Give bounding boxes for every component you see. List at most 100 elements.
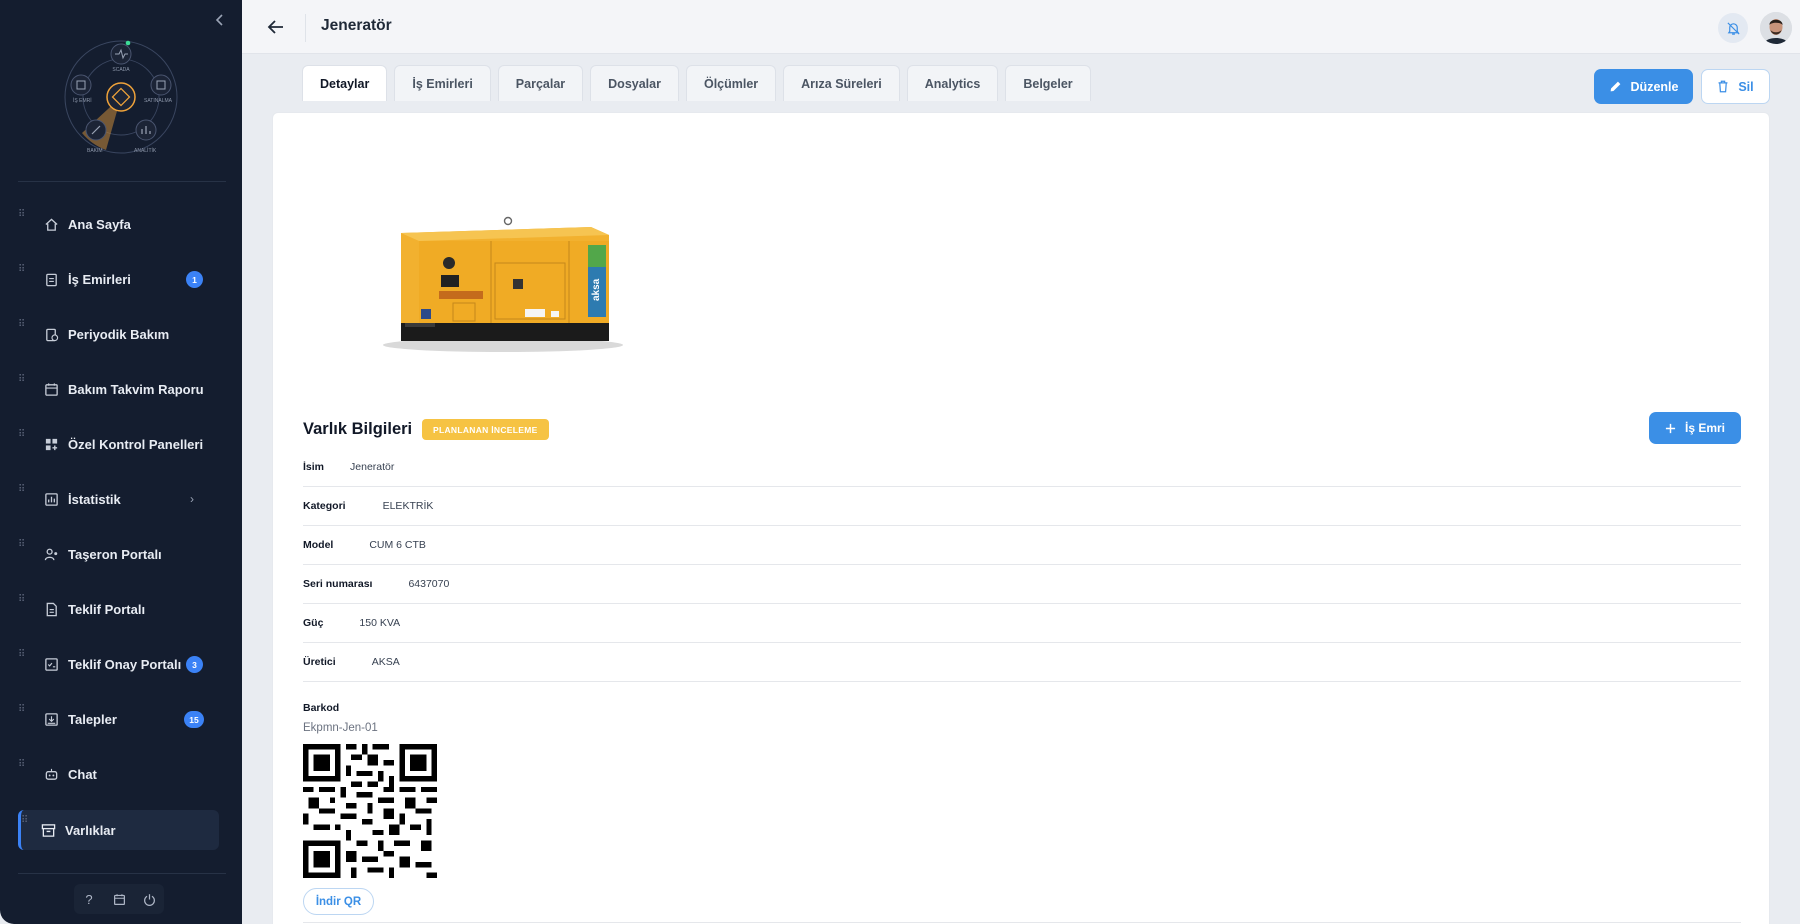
user-avatar[interactable]: [1760, 12, 1792, 44]
field-label: İsim: [303, 461, 325, 473]
top-header: Jeneratör: [242, 0, 1800, 54]
sidebar-item-label: İstatistik: [68, 491, 121, 507]
calendar-icon: [113, 893, 125, 905]
sidebar: SCADA İŞ EMRİ SATINALMA BAKIM ANALİTİK ⠿…: [0, 0, 242, 924]
power-icon: [143, 893, 155, 906]
sidebar-item-work-orders[interactable]: ⠿ İş Emirleri 1: [18, 259, 219, 299]
sidebar-item-statistics[interactable]: ⠿ İstatistik ›: [18, 479, 219, 519]
drag-handle-icon[interactable]: ⠿: [18, 375, 26, 385]
field-value: 150 KVA: [359, 617, 401, 629]
sidebar-item-label: Taşeron Portalı: [68, 546, 162, 562]
calendar-icon: [45, 383, 58, 396]
edit-button[interactable]: Düzenle: [1594, 69, 1693, 104]
create-work-order-button[interactable]: İş Emri: [1649, 412, 1741, 444]
status-badge: PLANLANAN İNCELEME: [422, 419, 549, 440]
tab-parts[interactable]: Parçalar: [497, 65, 584, 101]
count-badge: 3: [186, 656, 203, 673]
sidebar-item-chat[interactable]: ⠿ Chat: [18, 754, 219, 794]
notifications-button[interactable]: [1718, 13, 1748, 43]
sidebar-item-quote-portal[interactable]: ⠿ Teklif Portalı: [18, 589, 219, 629]
drag-handle-icon[interactable]: ⠿: [18, 705, 26, 715]
field-row-serial-number: Seri numarası 6437070: [303, 565, 1741, 604]
drag-handle-icon[interactable]: ⠿: [18, 210, 26, 220]
drag-handle-icon[interactable]: ⠿: [18, 485, 26, 495]
delete-button-label: Sil: [1738, 79, 1754, 94]
drag-handle-icon[interactable]: ⠿: [18, 540, 26, 550]
sidebar-footer: ?: [74, 884, 164, 914]
qr-code: [303, 744, 437, 878]
tab-details[interactable]: Detaylar: [302, 65, 388, 101]
tab-measurements[interactable]: Ölçümler: [685, 65, 777, 101]
field-row-model: Model CUM 6 CTB: [303, 526, 1741, 565]
drag-handle-icon[interactable]: ⠿: [18, 320, 26, 330]
work-order-button-label: İş Emri: [1684, 421, 1726, 435]
robot-icon: [45, 768, 58, 780]
asset-image: aksa: [383, 216, 623, 352]
asset-brand-label: aksa: [591, 278, 602, 301]
count-badge: 1: [186, 271, 203, 288]
dashboard-icon: [45, 438, 58, 451]
field-value: AKSA: [371, 656, 400, 668]
sidebar-item-label: Teklif Onay Portalı: [68, 656, 182, 672]
logo-label-maintenance: BAKIM: [87, 148, 103, 154]
user-photo: [1760, 12, 1792, 44]
field-label: Seri numarası: [303, 578, 373, 590]
sidebar-item-label: Ana Sayfa: [68, 216, 131, 232]
collapse-sidebar-button[interactable]: [212, 13, 228, 29]
detail-tabs: Detaylar İş Emirleri Parçalar Dosyalar Ö…: [302, 65, 1091, 102]
field-row-category: Kategori ELEKTRİK: [303, 487, 1741, 526]
clipboard-clock-icon: [46, 328, 59, 342]
sidebar-item-contractor-portal[interactable]: ⠿ Taşeron Portalı: [18, 534, 219, 574]
sidebar-item-label: Özel Kontrol Panelleri: [68, 436, 204, 452]
tab-documents[interactable]: Belgeler: [1005, 65, 1091, 101]
calendar-button[interactable]: [108, 888, 130, 910]
drag-handle-icon[interactable]: ⠿: [18, 760, 26, 770]
field-row-name: İsim Jeneratör: [303, 448, 1741, 487]
tab-files[interactable]: Dosyalar: [590, 65, 679, 101]
delete-button[interactable]: Sil: [1701, 69, 1770, 104]
header-divider: [305, 14, 306, 42]
sidebar-item-quote-approval-portal[interactable]: ⠿ Teklif Onay Portalı 3: [18, 644, 219, 684]
sidebar-item-custom-dashboards[interactable]: ⠿ Özel Kontrol Panelleri: [18, 424, 219, 464]
asset-detail-card: aksa Varlık Bilgileri PLANLANAN İNCELEME…: [272, 112, 1770, 924]
arrow-left-icon: [267, 20, 283, 34]
logo-label-scada: SCADA: [112, 67, 130, 73]
tab-downtimes[interactable]: Arıza Süreleri: [783, 65, 900, 101]
help-button[interactable]: ?: [78, 888, 100, 910]
checklist-icon: [45, 658, 58, 671]
drag-handle-icon[interactable]: ⠿: [18, 595, 26, 605]
help-icon: ?: [85, 891, 93, 907]
sidebar-item-label: Teklif Portalı: [68, 601, 146, 617]
download-qr-button[interactable]: İndir QR: [303, 888, 374, 915]
field-value: CUM 6 CTB: [369, 539, 426, 551]
sidebar-item-periodic-maintenance[interactable]: ⠿ Periyodik Bakım: [18, 314, 219, 354]
sidebar-item-label: Periyodik Bakım: [68, 326, 170, 342]
drag-handle-icon[interactable]: ⠿: [18, 265, 26, 275]
pencil-icon: [1610, 81, 1620, 92]
tab-analytics[interactable]: Analytics: [906, 65, 999, 101]
sidebar-item-home[interactable]: ⠿ Ana Sayfa: [18, 204, 219, 244]
field-label: Model: [303, 539, 334, 551]
drag-handle-icon[interactable]: ⠿: [21, 816, 29, 826]
drag-handle-icon[interactable]: ⠿: [18, 650, 26, 660]
count-badge: 15: [184, 711, 204, 728]
document-icon: [46, 602, 57, 617]
edit-button-label: Düzenle: [1630, 79, 1679, 94]
logout-button[interactable]: [138, 888, 160, 910]
sidebar-item-maintenance-calendar[interactable]: ⠿ Bakım Takvim Raporu: [18, 369, 219, 409]
sidebar-item-assets[interactable]: ⠿ Varlıklar: [18, 810, 219, 850]
clipboard-icon: [46, 273, 57, 287]
plus-icon: [1665, 423, 1676, 433]
app-logo: SCADA İŞ EMRİ SATINALMA BAKIM ANALİTİK: [64, 40, 178, 154]
divider: [303, 922, 1741, 923]
tab-work-orders[interactable]: İş Emirleri: [394, 65, 491, 101]
sidebar-item-requests[interactable]: ⠿ Talepler 15: [18, 699, 219, 739]
section-title: Varlık Bilgileri: [303, 420, 413, 438]
sidebar-divider: [18, 181, 226, 182]
field-value: ELEKTRİK: [382, 500, 434, 512]
back-button[interactable]: [264, 15, 288, 39]
sidebar-divider: [18, 873, 226, 874]
logo-label-analytics: ANALİTİK: [134, 147, 157, 154]
field-label: Kategori: [303, 500, 346, 512]
drag-handle-icon[interactable]: ⠿: [18, 430, 26, 440]
